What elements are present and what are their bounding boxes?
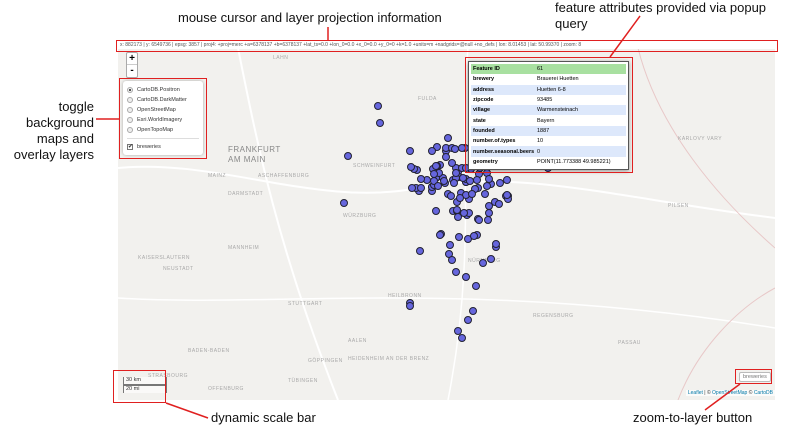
brewery-marker[interactable] <box>464 316 472 324</box>
map[interactable]: LAHN FULDA FRANKFURT AM MAIN MAINZ DARMSTADT A… <box>118 48 775 400</box>
map-label: MANNHEIM <box>228 245 260 251</box>
highlight-scale <box>113 370 166 403</box>
map-label: REGENSBURG <box>533 313 574 319</box>
highlight-zoom-layer <box>735 369 772 384</box>
brewery-marker[interactable] <box>441 152 450 161</box>
carto-link[interactable]: CartoDB <box>754 390 773 396</box>
brewery-marker[interactable] <box>431 161 440 170</box>
zoom-in-button[interactable]: + <box>127 53 137 65</box>
map-label: WÜRZBURG <box>343 213 377 219</box>
osm-link[interactable]: OpenStreetMap <box>712 390 747 396</box>
map-label: AALEN <box>348 338 367 344</box>
brewery-marker[interactable] <box>486 254 495 263</box>
brewery-marker[interactable] <box>491 240 500 248</box>
map-label: DARMSTADT <box>228 191 264 197</box>
brewery-marker[interactable] <box>452 168 461 177</box>
map-label: BADEN-BADEN <box>188 348 230 354</box>
annotation-layers: toggle background maps and overlay layer… <box>13 99 94 162</box>
brewery-marker[interactable] <box>452 267 461 276</box>
map-label: SCHWEINFURT <box>353 163 396 169</box>
brewery-marker[interactable] <box>481 189 490 198</box>
map-label: KAISERSLAUTERN <box>138 255 191 261</box>
brewery-marker[interactable] <box>433 181 442 190</box>
attr-sep: | © <box>702 390 713 396</box>
brewery-marker[interactable] <box>432 206 441 215</box>
map-label: KARLOVY VARY <box>678 136 723 142</box>
brewery-marker[interactable] <box>446 240 454 249</box>
brewery-marker[interactable] <box>449 178 458 187</box>
map-label: HEIDENHEIM AN DER BRENZ <box>348 356 430 362</box>
brewery-marker[interactable] <box>452 205 461 214</box>
map-label: FRANKFURT <box>228 145 281 154</box>
brewery-marker[interactable] <box>454 233 463 242</box>
brewery-marker[interactable] <box>444 134 452 142</box>
brewery-marker[interactable] <box>458 334 466 342</box>
map-label: HEILBRONN <box>388 293 422 299</box>
map-label: STUTTGART <box>288 301 323 307</box>
brewery-marker[interactable] <box>447 255 456 264</box>
zoom-control: + - <box>126 52 138 78</box>
brewery-marker[interactable] <box>340 199 348 207</box>
brewery-marker[interactable] <box>474 215 483 224</box>
map-label: TÜBINGEN <box>288 378 318 384</box>
brewery-marker[interactable] <box>427 147 436 156</box>
annotation-scale: dynamic scale bar <box>211 410 316 425</box>
annotation-status: mouse cursor and layer projection inform… <box>178 10 442 25</box>
map-label: NEUSTADT <box>163 266 194 272</box>
map-label: PASSAU <box>618 340 641 346</box>
map-label: FULDA <box>418 96 437 102</box>
annotation-popup: feature attributes provided via popup qu… <box>555 0 767 31</box>
map-label: MAINZ <box>208 173 227 179</box>
brewery-marker[interactable] <box>479 258 488 267</box>
brewery-marker[interactable] <box>483 181 492 190</box>
brewery-marker[interactable] <box>456 193 465 202</box>
highlight-layers <box>119 78 207 159</box>
highlight-status <box>116 40 778 52</box>
brewery-marker[interactable] <box>374 102 382 110</box>
brewery-marker[interactable] <box>416 247 424 255</box>
brewery-marker[interactable] <box>454 327 462 335</box>
map-label: GÖPPINGEN <box>308 358 343 364</box>
annotation-zoom-layer: zoom-to-layer button <box>633 410 753 425</box>
map-label: AM MAIN <box>228 155 266 164</box>
leaflet-link[interactable]: Leaflet <box>688 390 703 396</box>
brewery-marker[interactable] <box>406 302 414 310</box>
brewery-marker[interactable] <box>344 152 352 160</box>
highlight-popup <box>465 57 633 173</box>
brewery-marker[interactable] <box>469 307 477 315</box>
zoom-out-button[interactable]: - <box>127 65 137 77</box>
brewery-marker[interactable] <box>376 119 384 127</box>
brewery-marker[interactable] <box>450 145 459 154</box>
brewery-marker[interactable] <box>472 282 480 290</box>
map-label: ASCHAFFENBURG <box>258 173 310 179</box>
map-label: PILSEN <box>668 203 689 209</box>
brewery-marker[interactable] <box>469 231 478 240</box>
attribution: Leaflet | © OpenStreetMap © CartoDB <box>685 390 775 396</box>
map-label: OFFENBURG <box>208 386 244 392</box>
map-label: LAHN <box>273 55 289 61</box>
brewery-marker[interactable] <box>502 191 511 200</box>
brewery-marker[interactable] <box>406 147 414 155</box>
brewery-marker[interactable] <box>416 174 425 183</box>
